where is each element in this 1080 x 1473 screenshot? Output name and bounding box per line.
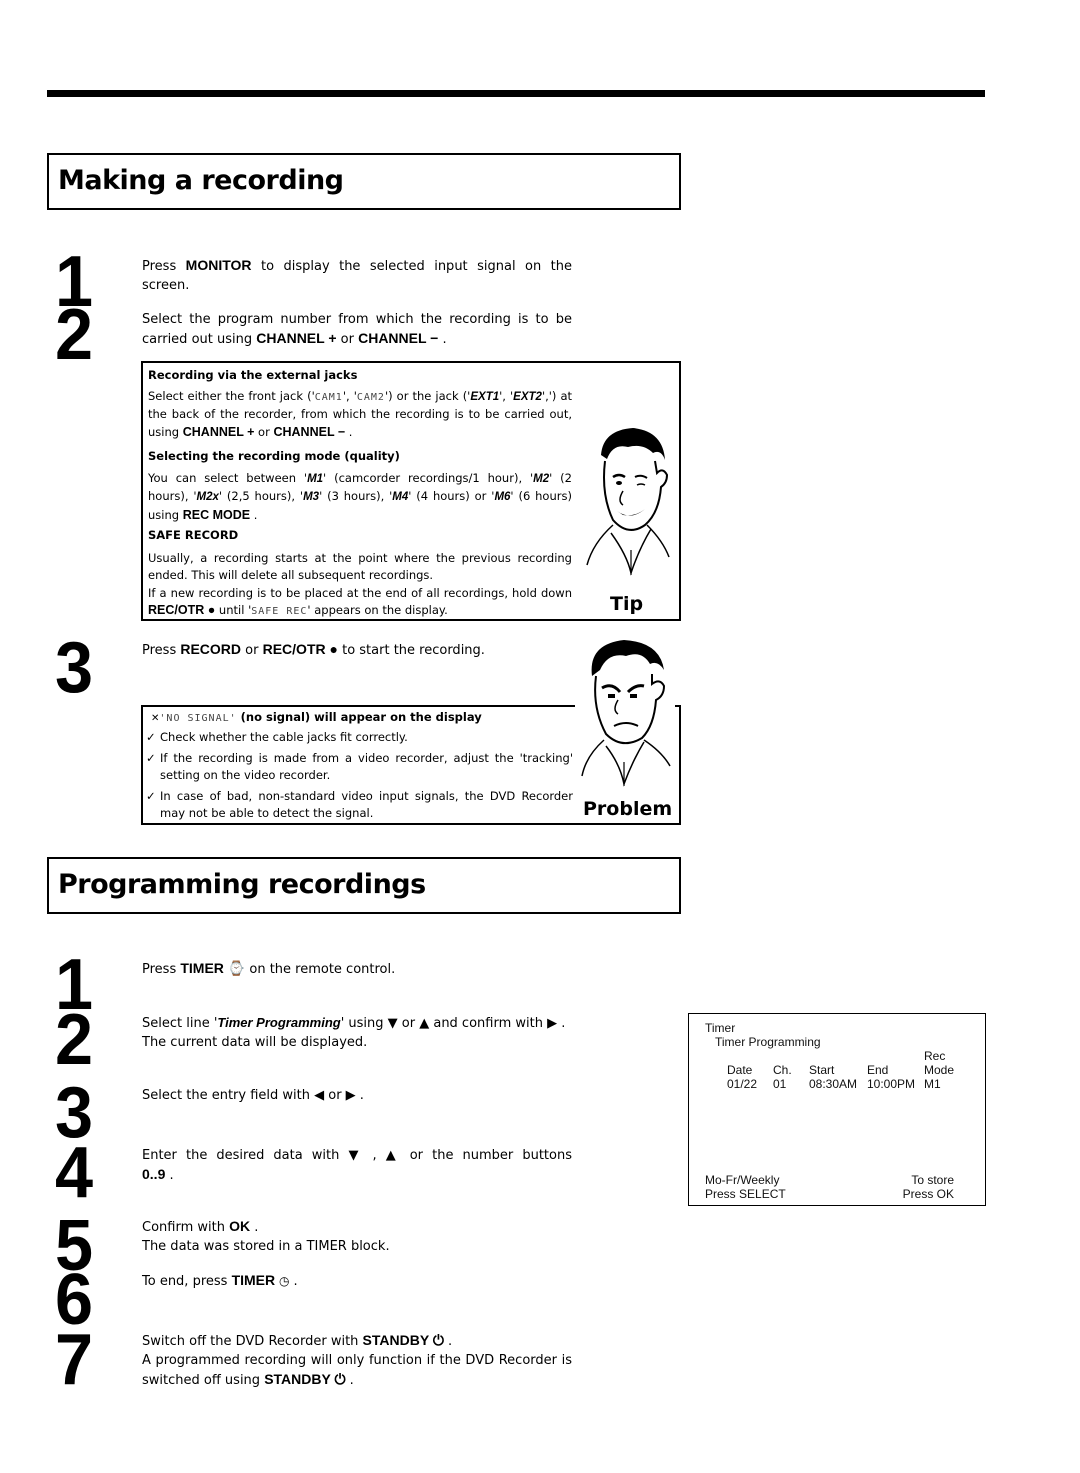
osd-col-channel: Ch. <box>773 1063 792 1077</box>
osd-cell-date: 01/22 <box>727 1077 758 1091</box>
step-7-text: Switch off the DVD Recorder with STANDBY… <box>142 1332 572 1388</box>
step-2-text: Select line 'Timer Programming' using ▼ … <box>142 1015 566 1050</box>
step-number-2: 2 <box>55 295 94 375</box>
tip-block-safe-record: SAFE RECORD Usually, a recording starts … <box>148 528 572 617</box>
tip-box: Recording via the external jacks Select … <box>141 361 681 621</box>
step-3-text: Select the entry field with ◀ or ▶ . <box>142 1088 364 1103</box>
osd-footer-right-1: To store <box>911 1173 954 1187</box>
osd-col-date: Date <box>727 1063 753 1077</box>
rec-otr-key: REC/OTR ● <box>262 641 338 657</box>
osd-footer-left-1: Mo-Fr/Weekly <box>705 1173 780 1187</box>
osd-subtitle: Timer Programming <box>715 1035 821 1049</box>
channel-minus-key: CHANNEL − <box>358 330 439 346</box>
list-item: ✓ If the recording is made from a video r… <box>146 750 573 785</box>
list-item: ✓ Check whether the cable jacks fit corre… <box>146 729 573 747</box>
step-6-text: To end, press TIMER ◷ . <box>142 1272 298 1289</box>
tip-block-external-jacks: Recording via the external jacks Select … <box>148 368 573 439</box>
problem-heading: ✕'NO SIGNAL' (no signal) will appear on … <box>151 710 482 724</box>
section-title: Making a recording <box>58 165 344 196</box>
standby-key: STANDBY ⏻ <box>362 1332 444 1348</box>
osd-cell-start: 08:30AM <box>809 1077 858 1091</box>
step-number-4: 4 <box>55 1133 94 1213</box>
step-number-3: 3 <box>55 628 94 708</box>
osd-col-end: End <box>867 1063 889 1077</box>
standby-key: STANDBY ⏻ <box>264 1371 346 1387</box>
timer-key: TIMER <box>231 1272 276 1288</box>
osd-col-rec: Rec <box>924 1049 946 1063</box>
check-icon: ✓ <box>146 788 156 803</box>
osd-col-mode: Mode <box>924 1063 955 1077</box>
ok-key: OK <box>229 1218 251 1234</box>
osd-cell-channel: 01 <box>773 1077 787 1091</box>
timer-key: TIMER ⌚ <box>180 960 246 976</box>
step-number-7: 7 <box>55 1320 94 1400</box>
check-icon: ✓ <box>146 750 156 765</box>
frowning-face-illustration <box>581 640 671 787</box>
top-rule <box>47 90 985 97</box>
monitor-key: MONITOR <box>185 257 252 273</box>
tip-heading: Recording via the external jacks <box>148 368 358 382</box>
clock-icon: ◷ <box>275 1274 290 1288</box>
osd-col-start: Start <box>809 1063 835 1077</box>
problem-items: ✓ Check whether the cable jacks fit corre… <box>146 729 573 823</box>
check-icon: ✓ <box>146 730 156 744</box>
osd-title: Timer <box>705 1021 736 1035</box>
step-number-2: 2 <box>55 1000 94 1080</box>
tip-heading: Selecting the recording mode (quality) <box>148 449 400 463</box>
winking-face-illustration <box>586 428 670 576</box>
tip-heading: SAFE RECORD <box>148 528 239 542</box>
tip-block-recording-mode: Selecting the recording mode (quality) Y… <box>148 449 572 522</box>
record-key: RECORD <box>180 641 242 657</box>
timer-osd-screen: Timer Timer Programming Rec Date Ch. Sta… <box>688 1013 986 1206</box>
step-1-text: Press TIMER ⌚ on the remote control. <box>142 960 396 977</box>
list-item: ✓ In case of bad, non-standard video inpu… <box>146 788 573 823</box>
step-2-text: Select the program number from which the… <box>142 312 572 347</box>
problem-label: Problem <box>583 798 673 820</box>
number-keys: 0..9 <box>142 1166 166 1182</box>
osd-cell-end: 10:00PM <box>867 1077 916 1091</box>
step-5-text: Confirm with OK . The data was stored in… <box>142 1218 390 1254</box>
step-3-text: Press RECORD or REC/OTR ● to start the r… <box>142 641 485 658</box>
section-header-programming-recordings: Programming recordings <box>47 857 681 914</box>
tip-label: Tip <box>610 593 644 615</box>
section-title: Programming recordings <box>58 869 426 900</box>
section-header-making-recording: Making a recording <box>47 153 681 210</box>
step-1-text: Press MONITOR to display the selected in… <box>142 257 572 293</box>
osd-footer-right-2: Press OK <box>902 1187 954 1201</box>
osd-cell-mode: M1 <box>924 1077 941 1091</box>
osd-footer-left-2: Press SELECT <box>705 1187 786 1201</box>
channel-plus-key: CHANNEL + <box>256 330 337 346</box>
step-4-text: Enter the desired data with ▼ , ▲ or the… <box>142 1148 572 1183</box>
